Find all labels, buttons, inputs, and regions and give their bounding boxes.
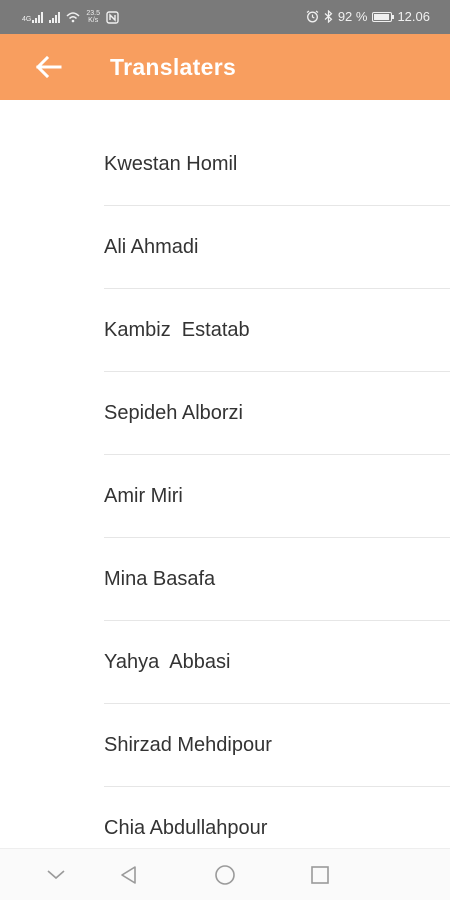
wifi-icon xyxy=(66,12,80,23)
battery-percent: 92 % xyxy=(337,9,368,24)
status-left: 4G 23.5 K/s xyxy=(22,10,119,24)
translator-list: Kwestan Homil Ali Ahmadi Kambiz Estatab Sep… xyxy=(0,100,450,848)
page-title: Translaters xyxy=(110,54,237,80)
battery-icon xyxy=(372,11,395,22)
translator-name: Chia Abdullahpour xyxy=(104,817,268,839)
translator-name: Kwestan Homil xyxy=(104,153,238,175)
speed-unit: K/s xyxy=(88,17,99,24)
alarm-icon xyxy=(306,10,319,23)
chevron-down-icon xyxy=(47,870,65,880)
signal-icon-2 xyxy=(49,11,61,23)
nav-home-button[interactable] xyxy=(213,863,237,887)
list-item[interactable]: Sepideh Alborzi xyxy=(104,372,450,455)
list-item[interactable]: Mina Basafa xyxy=(104,538,450,621)
translator-name: Kambiz Estatab xyxy=(104,318,250,341)
list-item[interactable]: Shirzad Mehdipour xyxy=(104,704,450,787)
network-type-label: 4G xyxy=(22,16,32,23)
square-recents-icon xyxy=(311,866,329,884)
translator-name: Ali Ahmadi xyxy=(104,235,199,258)
list-item[interactable]: Amir Miri xyxy=(104,455,450,538)
signal-icon-1: 4G xyxy=(22,11,44,23)
nav-back-button[interactable] xyxy=(117,863,141,887)
app-bar: Translaters xyxy=(0,34,450,100)
translator-name: Yahya Abbasi xyxy=(104,650,231,673)
list-item[interactable]: Chia Abdullahpour xyxy=(104,787,450,848)
triangle-back-icon xyxy=(121,866,136,884)
navigation-bar xyxy=(0,848,450,900)
clock: 12.06 xyxy=(397,9,430,24)
translator-name: Mina Basafa xyxy=(104,567,216,590)
speed-value: 23.5 xyxy=(86,10,100,17)
nav-recents-button[interactable] xyxy=(308,863,332,887)
list-item[interactable]: Kambiz Estatab xyxy=(104,289,450,372)
arrow-left-icon xyxy=(35,55,62,79)
status-bar: 4G 23.5 K/s 92 % 12.06 xyxy=(0,0,450,34)
data-speed: 23.5 K/s xyxy=(86,10,100,24)
translator-name: Shirzad Mehdipour xyxy=(104,733,272,756)
bluetooth-icon xyxy=(324,10,333,23)
translator-name: Amir Miri xyxy=(104,484,183,507)
list-item[interactable]: Kwestan Homil xyxy=(104,100,450,206)
status-right: 92 % 12.06 xyxy=(306,9,430,24)
list-item[interactable]: Ali Ahmadi xyxy=(104,206,450,289)
list-item[interactable]: Yahya Abbasi xyxy=(104,621,450,704)
translator-name: Sepideh Alborzi xyxy=(104,401,243,424)
nfc-icon xyxy=(106,10,119,24)
hide-nav-button[interactable] xyxy=(44,863,68,887)
circle-home-icon xyxy=(215,865,235,885)
back-button[interactable] xyxy=(30,52,66,82)
